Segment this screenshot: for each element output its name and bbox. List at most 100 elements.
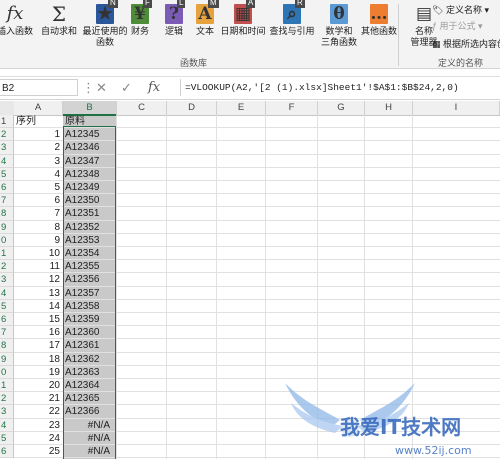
formula-input[interactable]: =VLOOKUP(A2,'[2 (1).xlsx]Sheet1'!$A$1:$B… (180, 79, 500, 96)
watermark: 我爱IT技术网 www.52ij.com (285, 383, 472, 457)
button-label-line2: 三角函数 (320, 37, 357, 47)
cell-a[interactable]: 1 (14, 128, 63, 141)
cell-a[interactable]: 22 (14, 405, 63, 418)
column-header-c[interactable]: C (117, 101, 167, 116)
calendar-icon: ▦ A (234, 0, 256, 24)
button-label: 文本 (195, 26, 214, 36)
watermark-title: 我爱IT技术网 (340, 415, 461, 439)
cell-a[interactable]: 3 (14, 155, 63, 168)
cell-a[interactable]: 11 (14, 260, 63, 273)
theta-icon: θ (330, 4, 348, 24)
cell-a[interactable]: 5 (14, 181, 63, 194)
select-all-corner[interactable] (0, 101, 15, 116)
cell-a[interactable]: 8 (14, 221, 63, 234)
tag-icon: 🏷 (432, 5, 444, 15)
date-time-button[interactable]: ▦ A 日期和时间 (220, 0, 266, 56)
cell-a[interactable]: 18 (14, 353, 63, 366)
math-trig-button[interactable]: θ 数学和 三角函数 (318, 4, 360, 56)
column-header-d[interactable]: D (167, 101, 217, 116)
row-header[interactable]: 3 (0, 141, 14, 155)
row-header[interactable]: 4 (0, 418, 14, 432)
row-header[interactable]: 8 (0, 339, 14, 353)
use-in-formula-button[interactable]: ƒ 用于公式 ▾ (432, 20, 483, 32)
more-functions-button[interactable]: … 其他函数 (360, 4, 398, 56)
cell-a[interactable]: 7 (14, 207, 63, 220)
cell-a[interactable]: 23 (14, 419, 63, 432)
row-header[interactable]: 2 (0, 392, 14, 406)
cell-a[interactable]: 21 (14, 392, 63, 405)
financial-button[interactable]: ¥ F 财务 (126, 0, 154, 56)
cell-a[interactable]: 16 (14, 326, 63, 339)
row-header[interactable]: 7 (0, 194, 14, 208)
row-header[interactable]: 7 (0, 326, 14, 340)
cell-a[interactable]: 19 (14, 366, 63, 379)
autosum-button[interactable]: Σ 自动求和 (40, 4, 78, 56)
row-header[interactable]: 5 (0, 431, 14, 445)
row-header[interactable]: 9 (0, 352, 14, 366)
row-header[interactable]: 6 (0, 181, 14, 195)
cell-a[interactable]: 17 (14, 339, 63, 352)
cell-a[interactable]: 4 (14, 168, 63, 181)
row-header[interactable]: 0 (0, 365, 14, 379)
cell-a[interactable]: 12 (14, 273, 63, 286)
row-header[interactable]: 0 (0, 233, 14, 247)
text-a-icon: AM (196, 0, 219, 24)
cell-a[interactable]: 24 (14, 432, 63, 445)
column-header-a[interactable]: A (14, 101, 63, 116)
row-header[interactable]: 4 (0, 286, 14, 300)
recently-used-button[interactable]: ★ N 最近使用的 函数 (80, 0, 130, 56)
row-header[interactable]: 8 (0, 207, 14, 221)
column-header-b[interactable]: B (63, 101, 117, 116)
cell-a[interactable]: 14 (14, 300, 63, 313)
function-icon: fx (6, 3, 24, 24)
column-header-i[interactable]: I (413, 101, 500, 116)
lookup-reference-button[interactable]: ⌕ R 查找与引用 (268, 0, 316, 56)
create-from-selection-label: 根据所选内容创 (443, 39, 500, 49)
row-header[interactable]: 5 (0, 299, 14, 313)
name-box[interactable]: B2 (0, 79, 78, 96)
row-header[interactable]: 2 (0, 260, 14, 274)
cell-a[interactable]: 20 (14, 379, 63, 392)
cell-a[interactable]: 10 (14, 247, 63, 260)
row-header[interactable]: 4 (0, 154, 14, 168)
cell-a[interactable]: 15 (14, 313, 63, 326)
define-name-button[interactable]: 🏷 定义名称 ▾ (432, 4, 489, 16)
cancel-icon[interactable]: ✕ (96, 79, 107, 96)
insert-function-button[interactable]: fx 插入函数 (0, 4, 38, 56)
cell-a[interactable]: 25 (14, 445, 63, 458)
row-header[interactable]: 2 (0, 128, 14, 142)
logical-button[interactable]: ? L 逻辑 (160, 0, 188, 56)
text-button[interactable]: A M 文本 (193, 0, 219, 56)
keytip-badge: M (208, 0, 219, 8)
row-header[interactable]: 1 (0, 247, 14, 261)
header-cell-sequence[interactable]: 序列 (16, 115, 65, 128)
question-icon: ? L (165, 0, 186, 24)
column-header-f[interactable]: F (266, 101, 318, 116)
create-from-selection-button[interactable]: ▦ 根据所选内容创 (432, 38, 500, 50)
row-header[interactable]: 9 (0, 220, 14, 234)
row-header[interactable]: 3 (0, 405, 14, 419)
formula-icon: ƒ (432, 21, 438, 31)
group-label-defined-names: 定义的名称 (438, 58, 484, 68)
cell-a[interactable]: 9 (14, 234, 63, 247)
insert-function-icon[interactable]: fx (148, 79, 160, 96)
row-header[interactable]: 6 (0, 445, 14, 459)
watermark-url: www.52ij.com (395, 444, 472, 457)
cell-a[interactable]: 13 (14, 287, 63, 300)
button-label: 日期和时间 (220, 26, 266, 36)
row-header[interactable]: 1 (0, 379, 14, 393)
row-header[interactable]: 5 (0, 167, 14, 181)
column-header-g[interactable]: G (318, 101, 365, 116)
enter-icon[interactable]: ✓ (121, 79, 132, 96)
keytip-badge: N (108, 0, 118, 8)
keytip-badge: A (246, 0, 256, 8)
row-header[interactable]: 1 (0, 115, 14, 129)
button-label: 其他函数 (360, 26, 397, 36)
ribbon: fx 插入函数 Σ 自动求和 ★ N 最近使用的 函数 ¥ F 财务? L 逻辑 A M 文本 ▦ A 日期和时间 ⌕… (0, 0, 500, 69)
row-header[interactable]: 3 (0, 273, 14, 287)
row-header[interactable]: 6 (0, 313, 14, 327)
cell-a[interactable]: 6 (14, 194, 63, 207)
column-header-h[interactable]: H (365, 101, 413, 116)
column-header-e[interactable]: E (217, 101, 266, 116)
cell-a[interactable]: 2 (14, 141, 63, 154)
